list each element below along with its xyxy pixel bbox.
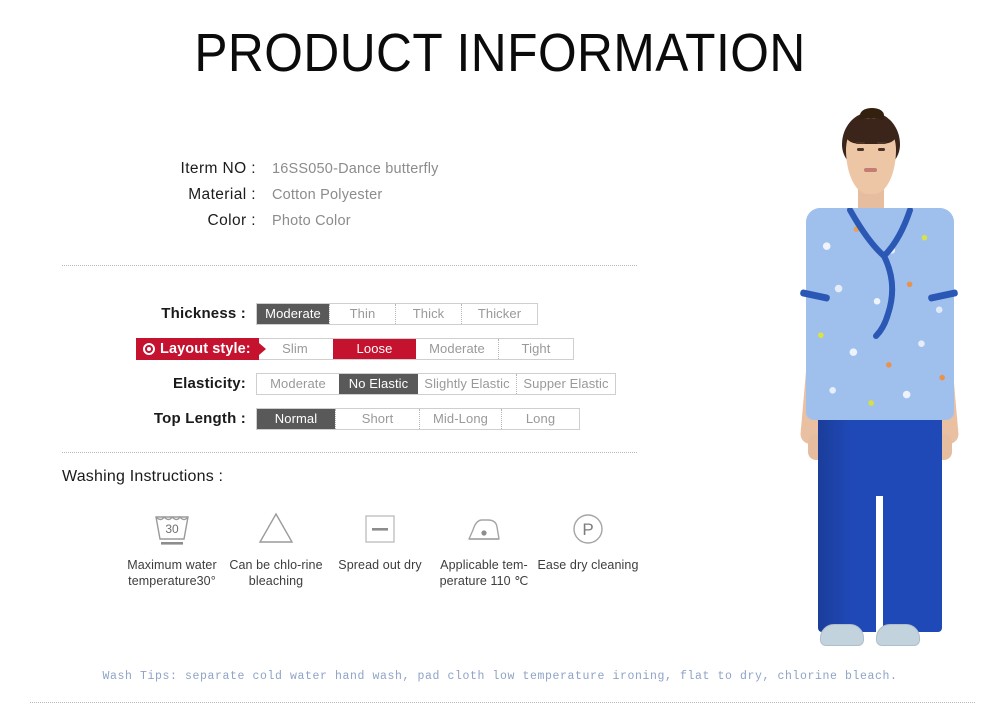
model-shoe-left [820, 624, 864, 646]
model-pants-shading [818, 410, 852, 632]
target-icon [143, 342, 155, 355]
option-elasticity-moderate[interactable]: Moderate [257, 374, 339, 394]
wash-item: Can be chlo-rine bleaching [224, 505, 328, 589]
spec-table: Thickness : Moderate Thin Thick Thicker … [0, 296, 680, 436]
product-information-page: PRODUCT INFORMATION Iterm NO : 16SS050-D… [0, 0, 1000, 720]
spec-label-layout-style-text: Layout style: [160, 340, 251, 357]
model-product-photo [756, 104, 1000, 664]
option-layout-slim[interactable]: Slim [257, 339, 333, 359]
info-value-color: Photo Color [272, 213, 351, 229]
spec-row-layout-style: Layout style: Slim Loose Moderate Tight [0, 331, 680, 366]
washing-instructions-title: Washing Instructions : [62, 468, 224, 485]
wash-tub-30-icon: 30 [148, 505, 196, 551]
spec-label-elasticity: Elasticity: [172, 375, 246, 392]
model-eyebrow-left [856, 142, 865, 144]
option-thickness-moderate[interactable]: Moderate [257, 303, 329, 324]
wash-caption: Ease dry cleaning [537, 558, 639, 572]
model-eyebrow-right [877, 142, 886, 144]
option-top-length-normal[interactable]: Normal [257, 408, 335, 429]
bleach-triangle-icon [252, 505, 300, 551]
divider-top [62, 265, 637, 266]
option-group-top-length[interactable]: Normal Short Mid-Long Long [256, 407, 580, 430]
spec-row-elasticity: Elasticity: Moderate No Elastic Slightly… [0, 366, 680, 401]
info-value-item-no: 16SS050-Dance butterfly [272, 161, 439, 177]
info-label-color: Color : [207, 212, 256, 229]
product-info-block: Iterm NO : 16SS050-Dance butterfly Mater… [148, 160, 568, 238]
model-scrub-top [806, 208, 954, 420]
option-top-length-long[interactable]: Long [501, 408, 579, 429]
wash-item: P Ease dry cleaning [536, 505, 640, 573]
option-thickness-thin[interactable]: Thin [329, 303, 395, 324]
spec-row-top-length: Top Length : Normal Short Mid-Long Long [0, 401, 680, 436]
option-layout-tight[interactable]: Tight [498, 338, 573, 359]
option-thickness-thicker[interactable]: Thicker [461, 303, 537, 324]
iron-one-dot-icon [460, 505, 508, 551]
wash-item: 30 Maximum water temperature30° [120, 505, 224, 589]
model-pants-leg-gap [876, 496, 883, 632]
option-top-length-short[interactable]: Short [335, 408, 419, 429]
option-elasticity-no-elastic[interactable]: No Elastic [339, 373, 418, 394]
flat-dry-square-icon [356, 505, 404, 551]
option-thickness-thick[interactable]: Thick [395, 303, 461, 324]
model-eye-left [857, 148, 864, 151]
spec-label-thickness: Thickness : [161, 305, 246, 322]
option-elasticity-slightly-elastic[interactable]: Slightly Elastic [418, 374, 516, 394]
info-row: Material : Cotton Polyester [148, 186, 568, 212]
option-group-thickness[interactable]: Moderate Thin Thick Thicker [256, 302, 538, 325]
model-shoe-right [876, 624, 920, 646]
wash-item: Spread out dry [328, 505, 432, 573]
wash-item: Applicable tem-perature 110 ℃ [432, 505, 536, 589]
wash-caption: Applicable tem-perature 110 ℃ [439, 558, 529, 588]
option-group-layout-style[interactable]: Slim Loose Moderate Tight [256, 337, 574, 360]
option-layout-loose[interactable]: Loose [333, 338, 416, 359]
layout-style-banner: Layout style: [136, 337, 266, 360]
info-row: Color : Photo Color [148, 212, 568, 238]
washing-instructions-icons: 30 Maximum water temperature30° Can be c… [120, 505, 700, 589]
page-title: PRODUCT INFORMATION [194, 23, 806, 83]
wash-caption: Can be chlo-rine bleaching [229, 558, 323, 588]
option-group-elasticity[interactable]: Moderate No Elastic Slightly Elastic Sup… [256, 372, 616, 395]
divider-bottom [30, 702, 975, 703]
info-value-material: Cotton Polyester [272, 187, 383, 203]
wash-caption: Maximum water temperature30° [127, 558, 217, 588]
option-layout-moderate[interactable]: Moderate [416, 339, 498, 359]
wash-caption: Spread out dry [338, 558, 422, 572]
model-eye-right [878, 148, 885, 151]
info-label-item-no: Iterm NO : [180, 160, 256, 177]
info-row: Iterm NO : 16SS050-Dance butterfly [148, 160, 568, 186]
info-label-material: Material : [188, 186, 256, 203]
option-top-length-mid-long[interactable]: Mid-Long [419, 408, 501, 429]
option-elasticity-supper-elastic[interactable]: Supper Elastic [516, 373, 615, 394]
dry-clean-p-icon: P [564, 505, 612, 551]
wash-tips-text: Wash Tips: separate cold water hand wash… [102, 670, 898, 683]
svg-text:30: 30 [165, 522, 179, 536]
model-mouth [864, 168, 877, 172]
spec-label-top-length: Top Length : [153, 410, 246, 427]
divider-middle [62, 452, 637, 453]
spec-row-thickness: Thickness : Moderate Thin Thick Thicker [0, 296, 680, 331]
svg-text:P: P [582, 520, 593, 539]
